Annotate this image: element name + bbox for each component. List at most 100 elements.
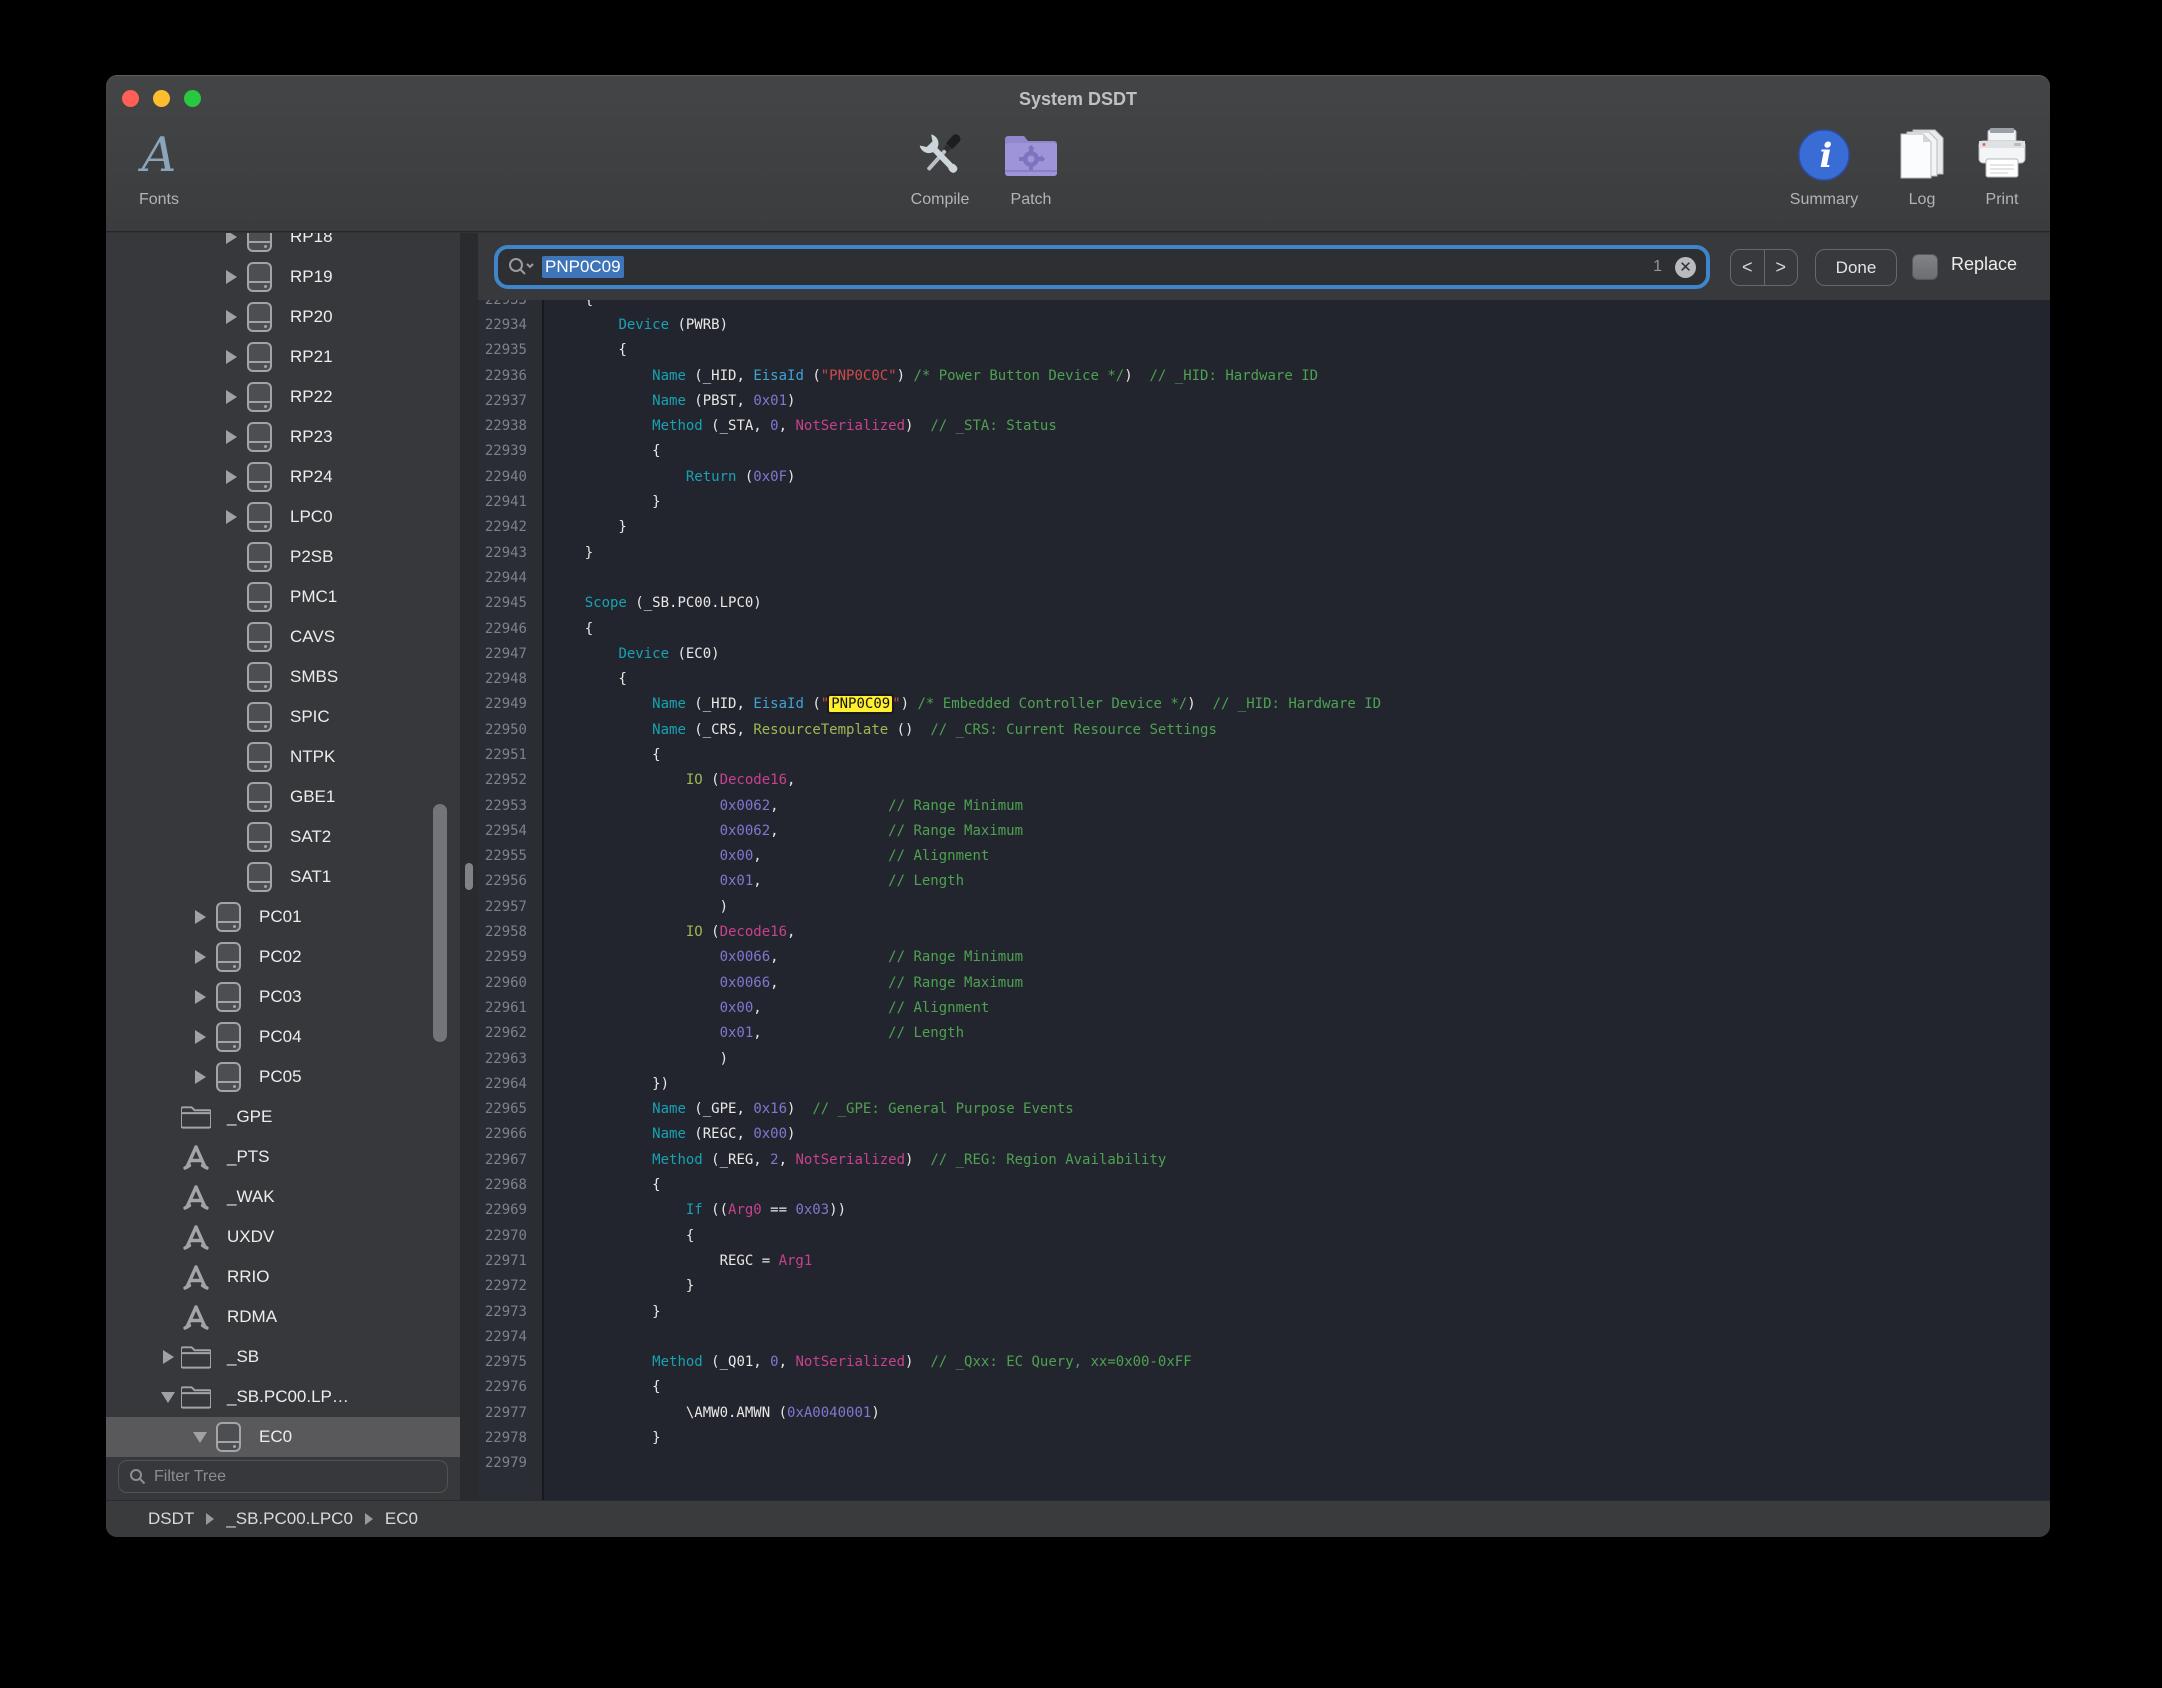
code-editor[interactable]: 22933 {22934 Device (PWRB)22935 {22936 N…	[478, 300, 2050, 1501]
fonts-button[interactable]: A Fonts	[116, 124, 202, 208]
pane-divider[interactable]	[460, 233, 478, 1501]
tree-item-label: RP21	[290, 347, 333, 367]
sidebar-item-gbe1[interactable]: GBE1	[106, 777, 460, 817]
print-button[interactable]: Print	[1965, 124, 2039, 208]
disclosure-collapsed-icon[interactable]	[226, 430, 237, 444]
sidebar-item-pc03[interactable]: PC03	[106, 977, 460, 1017]
sidebar-item-smbs[interactable]: SMBS	[106, 657, 460, 697]
divider-handle-icon[interactable]	[465, 863, 473, 890]
sidebar-item-rp24[interactable]: RP24	[106, 457, 460, 497]
summary-info-icon: i	[1769, 124, 1879, 186]
disclosure-collapsed-icon[interactable]	[195, 950, 206, 964]
sidebar-item-lpc0[interactable]: LPC0	[106, 497, 460, 537]
done-button[interactable]: Done	[1815, 249, 1897, 286]
disclosure-collapsed-icon[interactable]	[195, 1030, 206, 1044]
sidebar-item-rp18[interactable]: RP18	[106, 233, 460, 257]
line-number: 22979	[478, 1455, 536, 1471]
sidebar-item-ntpk[interactable]: NTPK	[106, 737, 460, 777]
sidebar-item-_gpe[interactable]: _GPE	[106, 1097, 460, 1137]
sidebar-item-rp22[interactable]: RP22	[106, 377, 460, 417]
replace-checkbox[interactable]	[1912, 254, 1938, 280]
compile-tools-icon	[888, 124, 992, 186]
code-line: 22947 Device (EC0)	[478, 641, 2050, 666]
disclosure-collapsed-icon[interactable]	[226, 510, 237, 524]
line-number: 22964	[478, 1076, 536, 1092]
disclosure-collapsed-icon[interactable]	[226, 310, 237, 324]
next-match-button[interactable]: >	[1765, 250, 1798, 285]
disclosure-collapsed-icon[interactable]	[195, 1070, 206, 1084]
summary-button[interactable]: i Summary	[1769, 124, 1879, 208]
tree-item-label: RP20	[290, 307, 333, 327]
patch-button[interactable]: Patch	[986, 124, 1076, 208]
line-number: 22965	[478, 1101, 536, 1117]
tree-item-label: LPC0	[290, 507, 333, 527]
sidebar-item-rdma[interactable]: RDMA	[106, 1297, 460, 1337]
breadcrumb-item[interactable]: _SB.PC00.LPC0	[226, 1509, 353, 1529]
sidebar-item-rp20[interactable]: RP20	[106, 297, 460, 337]
compile-button[interactable]: Compile	[888, 124, 992, 208]
disclosure-collapsed-icon[interactable]	[195, 910, 206, 924]
line-number: 22978	[478, 1430, 536, 1446]
sidebar-item-pc05[interactable]: PC05	[106, 1057, 460, 1097]
line-number: 22944	[478, 570, 536, 586]
code-text: {	[536, 671, 627, 687]
disclosure-collapsed-icon[interactable]	[226, 350, 237, 364]
sidebar-item-pmc1[interactable]: PMC1	[106, 577, 460, 617]
sidebar-item-uxdv[interactable]: UXDV	[106, 1217, 460, 1257]
device-icon	[247, 622, 272, 652]
disclosure-collapsed-icon[interactable]	[226, 270, 237, 284]
line-number: 22939	[478, 443, 536, 459]
code-text: {	[536, 342, 627, 358]
breadcrumb-item[interactable]: DSDT	[148, 1509, 194, 1529]
sidebar-item-rp21[interactable]: RP21	[106, 337, 460, 377]
line-number: 22952	[478, 772, 536, 788]
code-line: 22941 }	[478, 489, 2050, 514]
sidebar-item-_wak[interactable]: _WAK	[106, 1177, 460, 1217]
code-text: 0x0066, // Range Minimum	[536, 949, 1023, 965]
code-text: IO (Decode16,	[536, 772, 795, 788]
sidebar-item-rrio[interactable]: RRIO	[106, 1257, 460, 1297]
code-line: 22968 {	[478, 1172, 2050, 1197]
sidebar-item-sat2[interactable]: SAT2	[106, 817, 460, 857]
disclosure-collapsed-icon[interactable]	[195, 990, 206, 1004]
disclosure-collapsed-icon[interactable]	[226, 233, 237, 244]
line-number: 22975	[478, 1354, 536, 1370]
sidebar-item-_pts[interactable]: _PTS	[106, 1137, 460, 1177]
device-icon	[247, 462, 272, 492]
sidebar-item-pc04[interactable]: PC04	[106, 1017, 460, 1057]
sidebar-item-_sb[interactable]: _SB	[106, 1337, 460, 1377]
device-icon	[247, 422, 272, 452]
disclosure-collapsed-icon[interactable]	[226, 470, 237, 484]
sidebar-item-sat1[interactable]: SAT1	[106, 857, 460, 897]
sidebar-item-p2sb[interactable]: P2SB	[106, 537, 460, 577]
code-line: 22944	[478, 565, 2050, 590]
sidebar-item-pc02[interactable]: PC02	[106, 937, 460, 977]
sidebar-item-ec0[interactable]: EC0	[106, 1417, 460, 1457]
filter-tree-input[interactable]: Filter Tree	[118, 1460, 448, 1493]
sidebar-item-pc01[interactable]: PC01	[106, 897, 460, 937]
code-text: 0x0066, // Range Maximum	[536, 975, 1023, 991]
disclosure-expanded-icon[interactable]	[161, 1392, 175, 1403]
code-line: 22963 )	[478, 1046, 2050, 1071]
sidebar-item-rp23[interactable]: RP23	[106, 417, 460, 457]
disclosure-collapsed-icon[interactable]	[163, 1350, 174, 1364]
sidebar-item-_sbpc00lp[interactable]: _SB.PC00.LP…	[106, 1377, 460, 1417]
sidebar-item-rp19[interactable]: RP19	[106, 257, 460, 297]
disclosure-collapsed-icon[interactable]	[226, 390, 237, 404]
sidebar-item-spic[interactable]: SPIC	[106, 697, 460, 737]
breadcrumb-item[interactable]: EC0	[385, 1509, 418, 1529]
clear-search-icon[interactable]: ✕	[1675, 257, 1696, 278]
code-text: 0x0062, // Range Minimum	[536, 798, 1023, 814]
replace-label: Replace	[1951, 254, 2017, 275]
search-input[interactable]: PNP0C09 1 ✕	[494, 245, 1710, 289]
previous-match-button[interactable]: <	[1731, 250, 1765, 285]
device-icon	[216, 902, 241, 932]
log-button[interactable]: Log	[1889, 124, 1955, 208]
code-line: 22933 {	[478, 300, 2050, 312]
search-value: PNP0C09	[542, 256, 624, 278]
sidebar-item-cavs[interactable]: CAVS	[106, 617, 460, 657]
sidebar-scrollbar[interactable]	[433, 804, 447, 1042]
disclosure-expanded-icon[interactable]	[193, 1432, 207, 1443]
search-icon[interactable]	[508, 257, 534, 277]
device-icon	[247, 233, 272, 252]
